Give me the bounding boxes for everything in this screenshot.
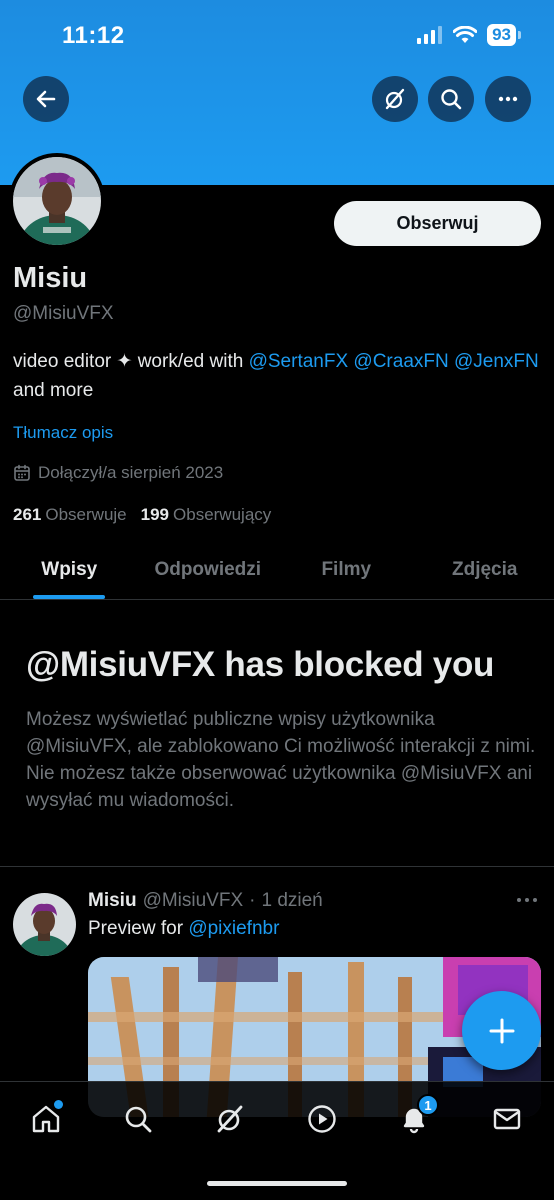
username-handle: @MisiuVFX <box>13 303 114 324</box>
bio-suffix: and more <box>13 380 94 401</box>
status-icons: 93 <box>417 24 521 46</box>
followers-count: 199 <box>140 505 170 524</box>
plus-icon <box>489 1018 514 1043</box>
nav-explore[interactable] <box>121 1102 155 1136</box>
post-text: Preview for @pixiefnbr <box>88 918 279 940</box>
compose-post-button[interactable] <box>462 991 541 1070</box>
blocked-notice-title: @MisiuVFX has blocked you <box>26 645 495 684</box>
avatar-image <box>13 157 101 279</box>
arrow-left-icon <box>36 90 56 108</box>
status-bar: 11:12 93 <box>0 0 554 72</box>
post-author-name[interactable]: Misiu <box>88 890 137 912</box>
display-name: Misiu <box>13 262 88 294</box>
post-mention[interactable]: @pixiefnbr <box>188 918 279 939</box>
back-button[interactable] <box>23 76 69 122</box>
bio-mention-jenxfn[interactable]: @JenxFN <box>454 351 539 372</box>
play-circle-icon <box>308 1105 336 1133</box>
join-date: Dołączył/a sierpień 2023 <box>13 463 223 483</box>
nav-messages[interactable] <box>490 1102 524 1136</box>
tab-videos[interactable]: Filmy <box>277 540 416 599</box>
follow-stats: 261 Obserwuje 199 Obserwujący <box>13 505 271 525</box>
followers-label: Obserwujący <box>173 505 272 524</box>
home-indicator <box>207 1181 347 1186</box>
more-options-button[interactable] <box>485 76 531 122</box>
tab-posts[interactable]: Wpisy <box>0 540 139 599</box>
mail-icon <box>493 1108 521 1130</box>
profile-avatar[interactable] <box>9 153 105 279</box>
nav-grok[interactable] <box>213 1102 247 1136</box>
blocked-notice-description: Możesz wyświetlać publiczne wpisy użytko… <box>26 709 536 811</box>
nav-notifications[interactable]: 1 <box>397 1094 439 1136</box>
bio-text: video editor ✦ work/ed with <box>13 351 249 372</box>
ellipsis-icon <box>517 898 537 902</box>
grok-icon <box>217 1105 243 1133</box>
nav-home[interactable] <box>29 1100 63 1136</box>
tab-replies[interactable]: Odpowiedzi <box>139 540 278 599</box>
calendar-icon <box>14 464 30 481</box>
profile-bio: video editor ✦ work/ed with @SertanFX @C… <box>13 347 543 405</box>
post-timestamp: 1 dzień <box>261 890 323 911</box>
post-author-handle[interactable]: @MisiuVFX <box>143 890 244 912</box>
home-unread-dot <box>54 1100 63 1109</box>
cellular-signal-icon <box>417 26 443 44</box>
post-avatar[interactable] <box>13 893 76 956</box>
battery-indicator: 93 <box>487 24 521 46</box>
section-divider <box>0 866 554 867</box>
status-time: 11:12 <box>62 22 125 49</box>
nav-videos[interactable] <box>305 1102 339 1136</box>
search-icon <box>125 1106 152 1133</box>
grok-icon <box>385 88 405 110</box>
notification-badge: 1 <box>417 1094 439 1116</box>
wifi-icon <box>453 26 478 43</box>
tab-photos[interactable]: Zdjęcia <box>416 540 554 599</box>
ellipsis-icon <box>498 96 518 102</box>
following-label: Obserwuje <box>45 505 127 524</box>
following-link[interactable]: 261 Obserwuje <box>13 505 127 525</box>
bio-mention-craaxfn[interactable]: @CraaxFN <box>353 351 448 372</box>
bio-mention-sertanfx[interactable]: @SertanFX <box>249 351 349 372</box>
search-button[interactable] <box>428 76 474 122</box>
grok-button[interactable] <box>372 76 418 122</box>
following-count: 261 <box>13 505 42 524</box>
translate-bio-link[interactable]: Tłumacz opis <box>13 423 113 443</box>
followers-link[interactable]: 199 Obserwujący <box>141 505 272 525</box>
join-date-text: Dołączył/a sierpień 2023 <box>38 463 224 482</box>
search-icon <box>441 89 462 110</box>
post-more-button[interactable] <box>516 893 538 911</box>
post-body: Preview for <box>88 918 189 939</box>
post-separator: · <box>249 890 256 911</box>
post-header: Misiu @MisiuVFX · 1 dzień <box>88 890 323 912</box>
follow-button[interactable]: Obserwuj <box>334 201 541 246</box>
profile-tabs: Wpisy Odpowiedzi Filmy Zdjęcia <box>0 540 554 600</box>
